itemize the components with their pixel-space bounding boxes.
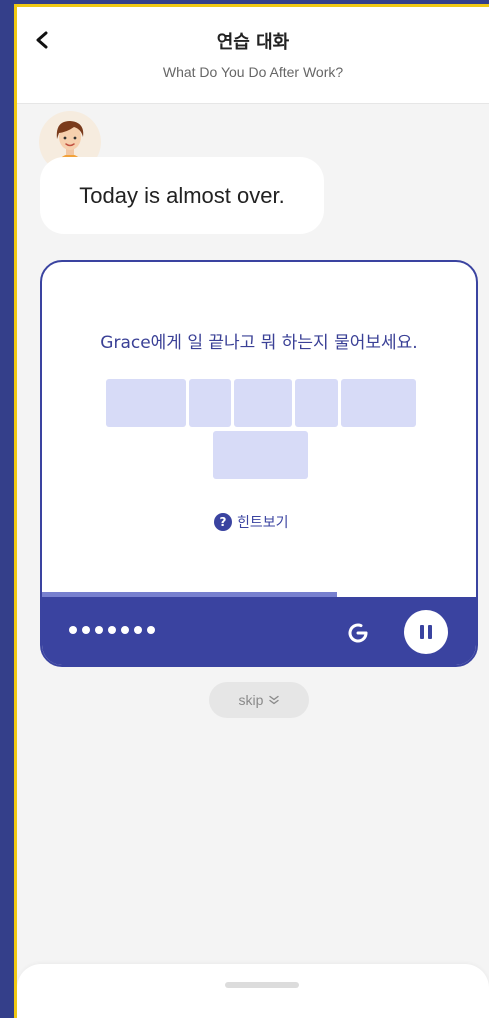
app-screen: 연습 대화 What Do You Do After Work? Today i… [17,7,489,1018]
message-text: Today is almost over. [79,182,285,208]
replay-button[interactable] [342,617,374,649]
skip-label: skip [238,692,264,708]
answer-slot[interactable] [234,379,292,427]
hint-label: 힌트보기 [237,515,289,531]
answer-slot[interactable] [189,379,231,427]
pause-icon [418,625,434,639]
bottom-sheet[interactable] [17,964,489,1018]
answer-dot [95,626,103,634]
exercise-prompt: Grace에게 일 끝나고 뭐 하는지 물어보세요. [100,333,418,353]
answer-dot [82,626,90,634]
question-circle-icon: ? [214,513,232,531]
message-bubble: Today is almost over. [40,157,324,234]
answer-dot [147,626,155,634]
answer-dot [134,626,142,634]
page-title: 연습 대화 [216,32,290,53]
exercise-card: Grace에게 일 끝나고 뭐 하는지 물어보세요. ? 힌트보기 [40,260,478,667]
exercise-controls [42,597,476,665]
replay-icon [348,623,368,643]
answer-dot [121,626,129,634]
skip-button[interactable]: skip [209,682,309,718]
drag-handle[interactable] [225,982,299,988]
hint-button[interactable]: ? 힌트보기 [214,511,289,533]
answer-dots [69,626,155,634]
pause-button[interactable] [404,610,448,654]
answer-dot [69,626,77,634]
answer-slot[interactable] [295,379,338,427]
answer-slot[interactable] [341,379,416,427]
page-subtitle: What Do You Do After Work? [162,64,344,80]
answer-slot[interactable] [106,379,186,427]
answer-slot[interactable] [213,431,308,479]
answer-dot [108,626,116,634]
double-chevron-down-icon [269,695,280,705]
top-bar: 연습 대화 What Do You Do After Work? [17,7,489,104]
